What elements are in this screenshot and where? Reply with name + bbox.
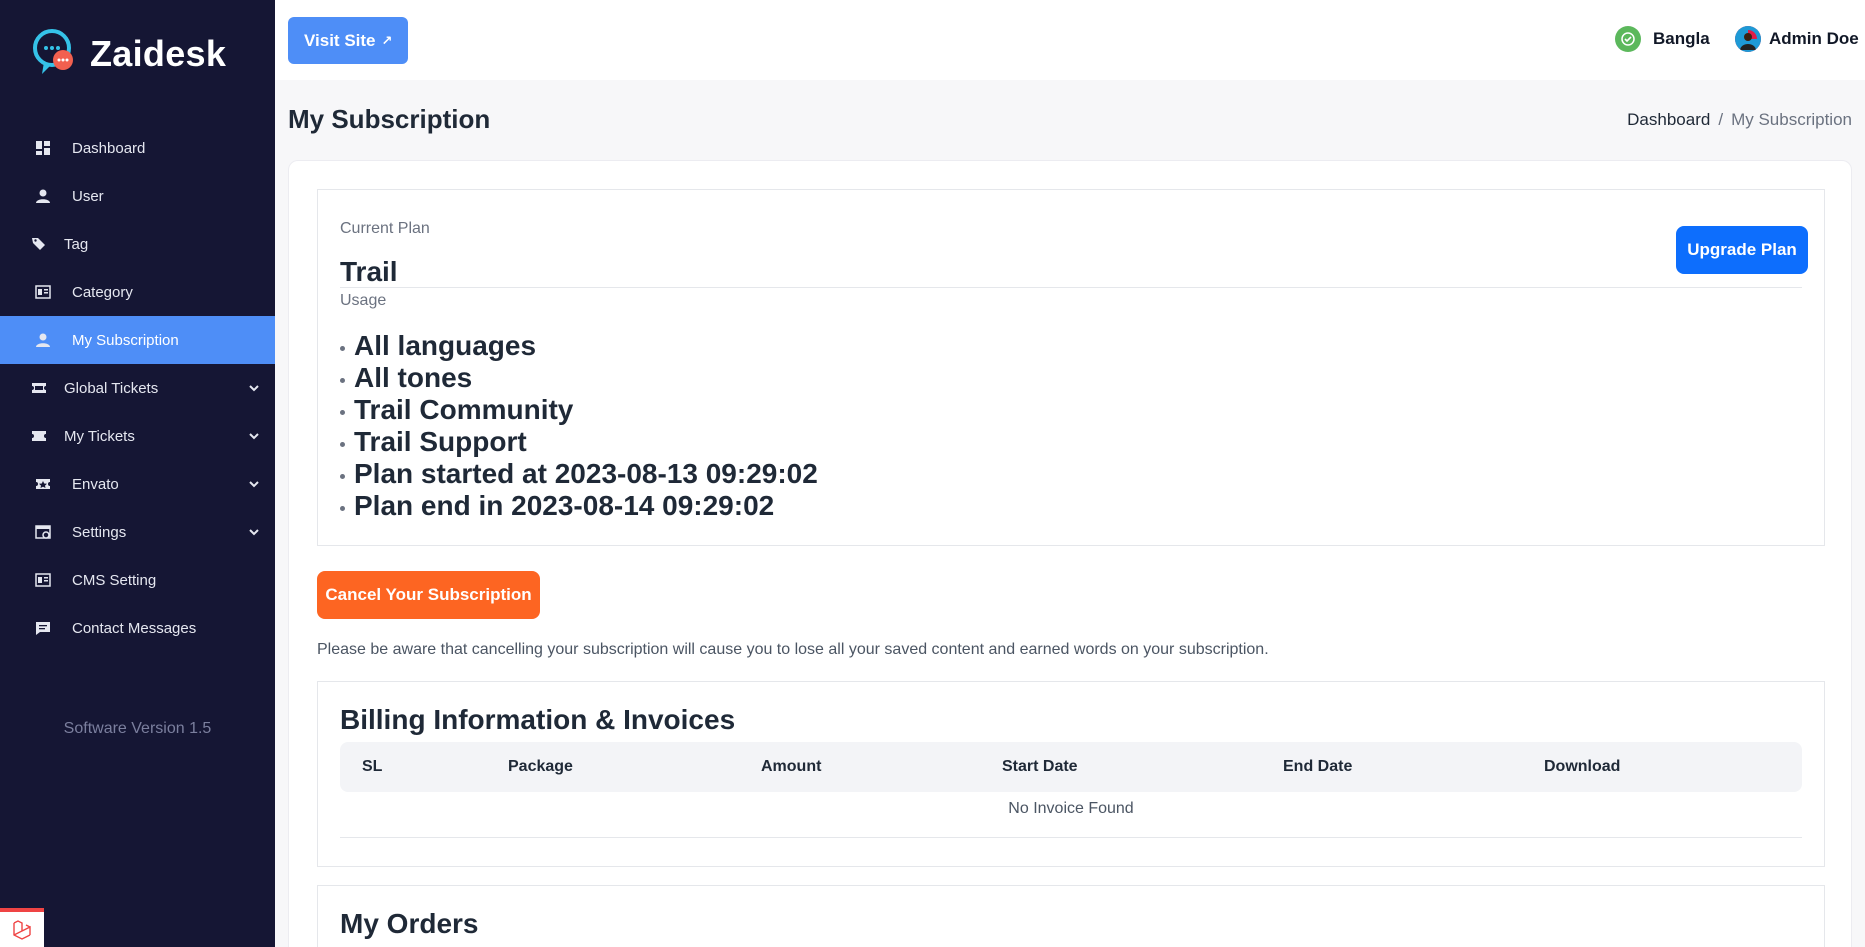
page-title: My Subscription <box>288 104 491 134</box>
sidebar-item-label: Category <box>72 283 133 301</box>
divider <box>340 837 1802 838</box>
sidebar-item-label: User <box>72 187 104 205</box>
language-label: Bangla <box>1653 29 1710 48</box>
sidebar-item-label: Tag <box>64 235 89 253</box>
sidebar-item-my-subscription[interactable]: My Subscription <box>0 316 275 364</box>
sidebar-item-settings[interactable]: Settings <box>0 508 275 556</box>
list-item: All languages <box>340 330 818 362</box>
sidebar-item-label: CMS Setting <box>72 571 157 589</box>
sidebar-nav: Dashboard User Tag Category My Subscript… <box>0 124 275 652</box>
column-header-start-date: Start Date <box>1002 758 1078 775</box>
upgrade-plan-button[interactable]: Upgrade Plan <box>1676 226 1808 274</box>
sidebar-item-label: Contact Messages <box>72 619 197 637</box>
list-item: All tones <box>340 362 818 394</box>
column-header-amount: Amount <box>761 758 822 775</box>
category-icon <box>34 283 52 301</box>
user-name: Admin Doe <box>1769 29 1859 48</box>
list-item: Plan started at 2023-08-13 09:29:02 <box>340 458 818 490</box>
chevron-down-icon[interactable] <box>247 429 261 443</box>
chevron-down-icon[interactable] <box>247 477 261 491</box>
bangla-flag-icon <box>1615 26 1641 52</box>
tag-icon <box>30 235 48 253</box>
column-header-download: Download <box>1544 758 1621 775</box>
sidebar-item-user[interactable]: User <box>0 172 275 220</box>
user-icon <box>34 187 52 205</box>
visit-site-label: Visit Site <box>304 30 376 50</box>
divider <box>340 287 1802 288</box>
brand[interactable]: Zaidesk <box>0 0 275 108</box>
chevron-down-icon[interactable] <box>247 525 261 539</box>
dashboard-icon <box>34 139 52 157</box>
sidebar-item-contact-messages[interactable]: Contact Messages <box>0 604 275 652</box>
chevron-down-icon[interactable] <box>247 381 261 395</box>
cancel-subscription-button[interactable]: Cancel Your Subscription <box>317 571 540 619</box>
list-item: Trail Support <box>340 426 818 458</box>
sidebar-item-label: Global Tickets <box>64 379 159 397</box>
brand-name: Zaidesk <box>90 33 227 74</box>
sidebar-item-my-tickets[interactable]: My Tickets <box>0 412 275 460</box>
breadcrumb-current: My Subscription <box>1731 110 1852 129</box>
sidebar-item-category[interactable]: Category <box>0 268 275 316</box>
sidebar-item-label: Envato <box>72 475 119 493</box>
sidebar-item-cms-setting[interactable]: CMS Setting <box>0 556 275 604</box>
language-selector[interactable]: Bangla <box>1615 26 1710 52</box>
billing-section: Billing Information & Invoices SL Packag… <box>317 681 1825 867</box>
plan-name: Trail <box>340 256 398 287</box>
current-plan-label: Current Plan <box>340 220 430 237</box>
sidebar-item-tag[interactable]: Tag <box>0 220 275 268</box>
ticket-icon <box>30 427 48 445</box>
column-header-sl: SL <box>362 758 383 775</box>
visit-site-button[interactable]: Visit Site ↗ <box>288 17 409 64</box>
empty-table-message: No Invoice Found <box>1008 800 1134 817</box>
sidebar-item-global-tickets[interactable]: Global Tickets <box>0 364 275 412</box>
cms-icon <box>34 571 52 589</box>
sidebar-item-envato[interactable]: Envato <box>0 460 275 508</box>
breadcrumb: Dashboard / My Subscription <box>1627 110 1852 130</box>
envato-icon <box>34 475 52 493</box>
breadcrumb-home[interactable]: Dashboard <box>1627 110 1710 129</box>
sidebar-item-label: Dashboard <box>72 139 146 157</box>
plan-features-list: All languages All tones Trail Community … <box>340 330 818 522</box>
laravel-debugbar-icon[interactable] <box>0 908 44 947</box>
sidebar-item-dashboard[interactable]: Dashboard <box>0 124 275 172</box>
sidebar-item-label: My Tickets <box>64 427 135 445</box>
list-item: Plan end in 2023-08-14 09:29:02 <box>340 490 818 522</box>
orders-title: My Orders <box>340 908 479 939</box>
zaidesk-logo-icon <box>32 28 78 80</box>
settings-icon <box>34 523 52 541</box>
cancel-warning-text: Please be aware that cancelling your sub… <box>317 641 1269 658</box>
usage-label: Usage <box>340 292 387 309</box>
user-icon <box>34 331 52 349</box>
sidebar: Zaidesk Dashboard User Tag Category My S… <box>0 0 275 947</box>
sidebar-item-label: Settings <box>72 523 127 541</box>
external-link-icon: ↗ <box>381 32 393 48</box>
avatar <box>1735 26 1761 52</box>
column-header-package: Package <box>508 758 573 775</box>
message-icon <box>34 619 52 637</box>
ticket-icon <box>30 379 48 397</box>
breadcrumb-separator: / <box>1718 110 1724 129</box>
sidebar-item-label: My Subscription <box>72 331 179 349</box>
billing-title: Billing Information & Invoices <box>340 704 736 735</box>
list-item: Trail Community <box>340 394 818 426</box>
software-version: Software Version 1.5 <box>63 720 212 737</box>
table-header: SL Package Amount Start Date End Date Do… <box>340 742 1802 792</box>
current-plan-box: Current Plan Trail Usage Upgrade Plan Al… <box>317 189 1825 546</box>
user-menu[interactable]: Admin Doe <box>1735 26 1859 52</box>
topbar: Visit Site ↗ Bangla Admin Doe <box>275 0 1865 80</box>
subscription-card: Current Plan Trail Usage Upgrade Plan Al… <box>288 160 1852 947</box>
column-header-end-date: End Date <box>1283 758 1353 775</box>
orders-section: My Orders <box>317 885 1825 947</box>
